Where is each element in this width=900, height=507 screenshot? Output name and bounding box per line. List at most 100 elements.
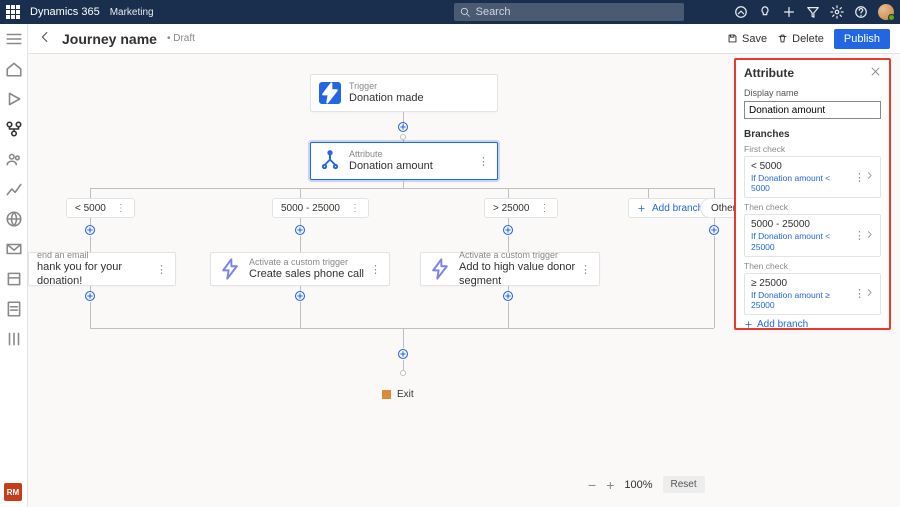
- nav-contacts-icon[interactable]: [5, 150, 23, 168]
- chevron-right-icon[interactable]: [865, 230, 874, 242]
- branch-pill-3[interactable]: > 25000 ⋮: [484, 198, 558, 218]
- branch-2-more-icon[interactable]: ⋮: [350, 203, 360, 214]
- branch-row-2-name: 5000 - 25000: [751, 219, 850, 231]
- display-name-label: Display name: [744, 88, 881, 98]
- action-node-email[interactable]: end an email hank you for your donation!…: [28, 252, 176, 286]
- branch-1-label: < 5000: [75, 203, 106, 214]
- publish-button[interactable]: Publish: [834, 29, 890, 49]
- node-more-icon[interactable]: ⋮: [478, 155, 489, 168]
- trigger-icon: [219, 258, 241, 280]
- branch-pill-1[interactable]: < 5000 ⋮: [66, 198, 135, 218]
- branch-row-1-name: < 5000: [751, 161, 850, 173]
- save-icon: [727, 33, 738, 44]
- add-step-icon[interactable]: [84, 290, 96, 302]
- global-search[interactable]: Search: [454, 3, 684, 21]
- action-2-more-icon[interactable]: ⋮: [370, 263, 381, 276]
- save-button[interactable]: Save: [727, 33, 767, 45]
- persona-badge[interactable]: RM: [4, 483, 22, 501]
- exit-label: Exit: [397, 389, 414, 400]
- search-icon: [460, 7, 470, 17]
- action-1-label: hank you for your donation!: [37, 261, 156, 289]
- action-node-sales-call[interactable]: Activate a custom trigger Create sales p…: [210, 252, 390, 286]
- zoom-reset-button[interactable]: Reset: [663, 476, 705, 493]
- row-more-icon[interactable]: ⋮: [854, 171, 865, 184]
- panel-add-branch-label: Add branch: [757, 319, 808, 330]
- nav-template-icon[interactable]: [5, 270, 23, 288]
- row-more-icon[interactable]: ⋮: [854, 229, 865, 242]
- journey-status: • Draft: [167, 33, 195, 44]
- nav-journey-icon[interactable]: [5, 120, 23, 138]
- lightbulb-icon[interactable]: [758, 5, 772, 19]
- branch-row-1[interactable]: < 5000 If Donation amount < 5000 ⋮: [744, 156, 881, 198]
- nav-play-icon[interactable]: [5, 90, 23, 108]
- action-3-more-icon[interactable]: ⋮: [580, 263, 591, 276]
- trigger-label: Donation made: [349, 92, 424, 106]
- add-step-icon[interactable]: [708, 224, 720, 236]
- nav-home-icon[interactable]: [5, 60, 23, 78]
- add-step-icon[interactable]: [84, 224, 96, 236]
- branch-row-3[interactable]: ≥ 25000 If Donation amount ≥ 25000 ⋮: [744, 273, 881, 315]
- exit-tile: Exit: [382, 389, 414, 400]
- attribute-kicker: Attribute: [349, 149, 433, 160]
- zoom-in-button[interactable]: +: [606, 477, 614, 493]
- add-step-icon[interactable]: [294, 290, 306, 302]
- delete-label: Delete: [792, 33, 824, 45]
- app-launcher-icon[interactable]: [6, 5, 20, 19]
- branch-1-more-icon[interactable]: ⋮: [116, 203, 126, 214]
- trigger-node[interactable]: Trigger Donation made: [310, 74, 498, 112]
- action-3-kicker: Activate a custom trigger: [459, 250, 580, 261]
- attribute-node[interactable]: Attribute Donation amount ⋮: [310, 142, 498, 180]
- assistant-icon[interactable]: [734, 5, 748, 19]
- branch-3-more-icon[interactable]: ⋮: [539, 203, 549, 214]
- chevron-right-icon[interactable]: [865, 171, 874, 183]
- delete-button[interactable]: Delete: [777, 33, 824, 45]
- then-check-hint-2: Then check: [744, 261, 881, 271]
- row-more-icon[interactable]: ⋮: [854, 287, 865, 300]
- action-1-more-icon[interactable]: ⋮: [156, 263, 167, 276]
- settings-icon[interactable]: [830, 5, 844, 19]
- chevron-right-icon[interactable]: [865, 288, 874, 300]
- nav-form-icon[interactable]: [5, 300, 23, 318]
- search-placeholder: Search: [476, 6, 511, 18]
- add-step-icon[interactable]: [397, 348, 409, 360]
- zoom-value: 100%: [624, 479, 652, 491]
- action-node-high-value[interactable]: Activate a custom trigger Add to high va…: [420, 252, 600, 286]
- branch-2-label: 5000 - 25000: [281, 203, 340, 214]
- display-name-input[interactable]: [744, 101, 881, 119]
- nav-rail: RM: [0, 24, 28, 507]
- then-check-hint-1: Then check: [744, 202, 881, 212]
- nav-analytics-icon[interactable]: [5, 180, 23, 198]
- branch-row-2[interactable]: 5000 - 25000 If Donation amount < 25000 …: [744, 214, 881, 256]
- branch-icon: [319, 150, 341, 172]
- filter-icon[interactable]: [806, 5, 820, 19]
- branches-heading: Branches: [744, 129, 881, 140]
- trash-icon: [777, 33, 788, 44]
- nav-globe-icon[interactable]: [5, 210, 23, 228]
- add-icon[interactable]: [782, 5, 796, 19]
- branch-row-1-cond: If Donation amount < 5000: [751, 173, 850, 193]
- branch-3-label: > 25000: [493, 203, 529, 214]
- nav-menu-icon[interactable]: [5, 30, 23, 48]
- add-step-icon[interactable]: [397, 121, 409, 133]
- journey-canvas[interactable]: Trigger Donation made Attribute Donation…: [28, 54, 900, 507]
- branch-pill-2[interactable]: 5000 - 25000 ⋮: [272, 198, 369, 218]
- add-step-icon[interactable]: [294, 224, 306, 236]
- back-arrow-icon[interactable]: [38, 30, 52, 47]
- add-step-icon[interactable]: [502, 290, 514, 302]
- page-title: Journey name: [62, 31, 157, 47]
- nav-library-icon[interactable]: [5, 330, 23, 348]
- zoom-out-button[interactable]: −: [588, 477, 596, 493]
- add-step-icon[interactable]: [502, 224, 514, 236]
- trigger-kicker: Trigger: [349, 81, 424, 92]
- panel-add-branch[interactable]: Add branch: [744, 319, 881, 330]
- attribute-panel: Attribute Display name Branches First ch…: [734, 58, 891, 330]
- branch-other-label: Other: [711, 203, 736, 214]
- panel-title: Attribute: [744, 66, 794, 80]
- close-icon[interactable]: [870, 66, 881, 80]
- module-name: Marketing: [110, 7, 154, 18]
- nav-mail-icon[interactable]: [5, 240, 23, 258]
- user-avatar[interactable]: [878, 4, 894, 20]
- action-1-kicker: end an email: [37, 250, 156, 261]
- help-icon[interactable]: [854, 5, 868, 19]
- branch-row-3-cond: If Donation amount ≥ 25000: [751, 290, 850, 310]
